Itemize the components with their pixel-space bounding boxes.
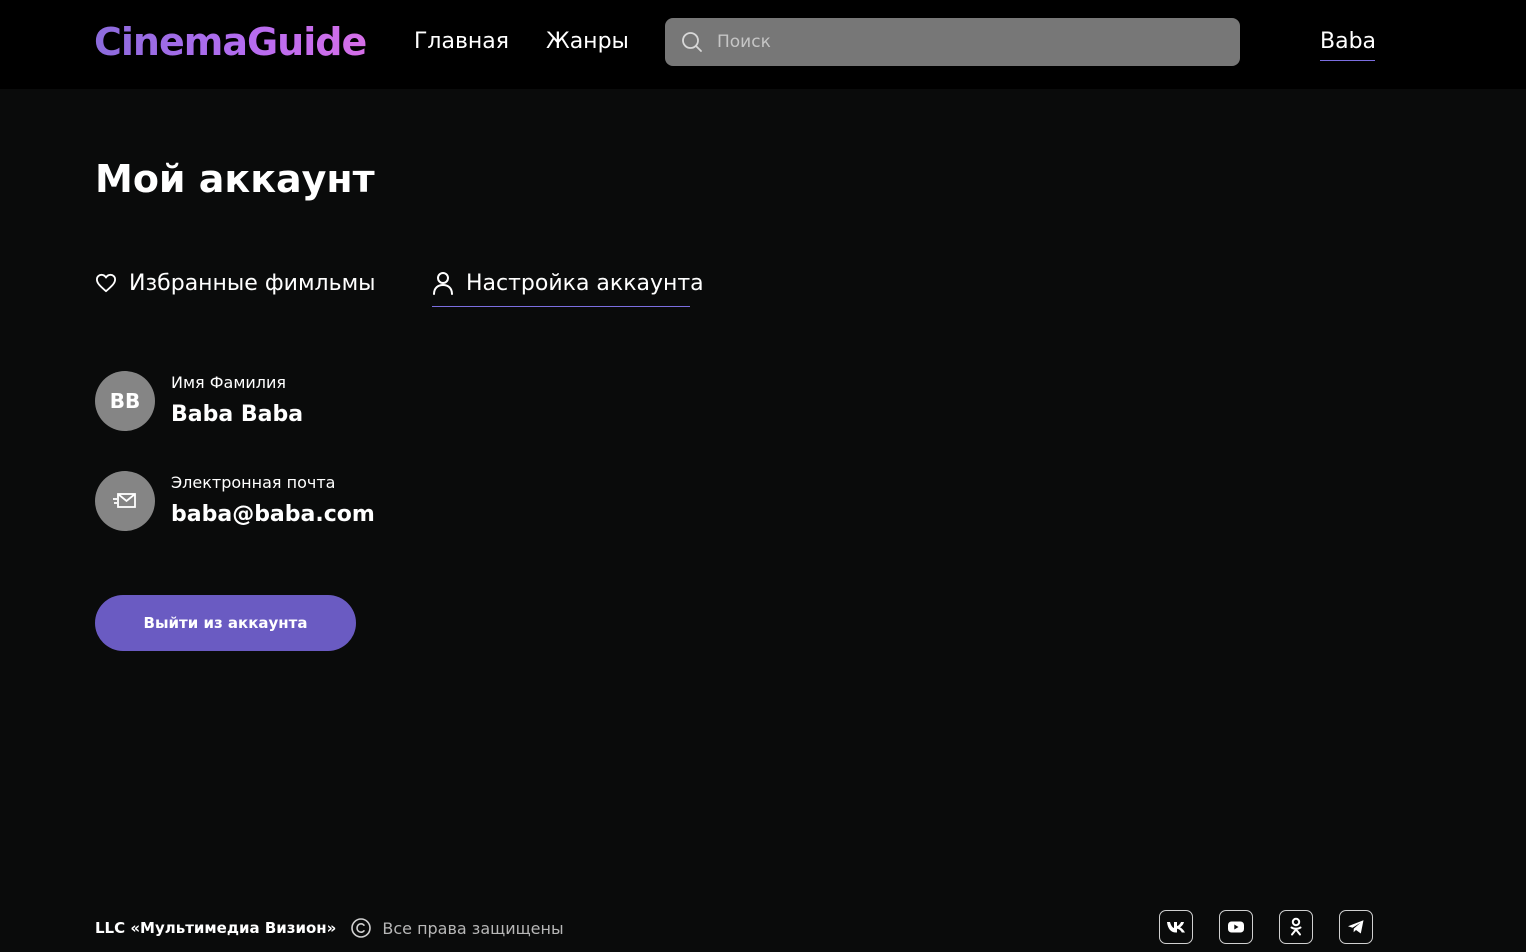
- user-profile-link[interactable]: Baba: [1320, 27, 1376, 57]
- footer-copyright: LLC «Мультимедиа Визион» Все права защищ…: [95, 915, 564, 941]
- email-value: baba@baba.com: [171, 502, 375, 527]
- odnoklassniki-icon: [1290, 917, 1302, 936]
- logout-button[interactable]: Выйти из аккаунта: [95, 595, 356, 651]
- heart-icon: [96, 273, 116, 293]
- email-avatar: [95, 471, 155, 531]
- tab-account-settings-label: Настройка аккаунта: [466, 270, 704, 296]
- nav-genres-link[interactable]: Жанры: [546, 27, 629, 57]
- telegram-link[interactable]: [1339, 910, 1373, 944]
- rights-text: Все права защищены: [382, 918, 564, 938]
- youtube-icon: [1228, 921, 1244, 933]
- user-icon: [433, 272, 453, 295]
- company-name: LLC «Мультимедиа Визион»: [95, 919, 337, 937]
- search-icon: [682, 32, 702, 52]
- copyright-icon: [351, 918, 372, 938]
- header: CinemaGuide Главная Жанры Baba: [0, 0, 1526, 89]
- tab-account-settings[interactable]: Настройка аккаунта: [432, 266, 704, 300]
- vk-link[interactable]: [1159, 910, 1193, 944]
- page-title: Мой аккаунт: [95, 157, 375, 201]
- active-tab-underline: [432, 306, 690, 307]
- telegram-icon: [1348, 920, 1364, 934]
- odnoklassniki-link[interactable]: [1279, 910, 1313, 944]
- email-label: Электронная почта: [171, 473, 336, 492]
- logo[interactable]: CinemaGuide: [94, 18, 367, 66]
- search-input[interactable]: [717, 18, 1217, 66]
- mail-icon: [113, 493, 136, 508]
- tab-favorites[interactable]: Избранные фимльмы: [95, 266, 376, 300]
- youtube-link[interactable]: [1219, 910, 1253, 944]
- name-label: Имя Фамилия: [171, 373, 287, 392]
- name-value: Baba Baba: [171, 402, 304, 427]
- search-bar: [665, 18, 1240, 66]
- avatar: BB: [95, 371, 155, 431]
- tab-favorites-label: Избранные фимльмы: [129, 270, 376, 296]
- vk-icon: [1167, 922, 1185, 933]
- user-link-underline: [1320, 60, 1375, 61]
- nav-home-link[interactable]: Главная: [414, 27, 509, 57]
